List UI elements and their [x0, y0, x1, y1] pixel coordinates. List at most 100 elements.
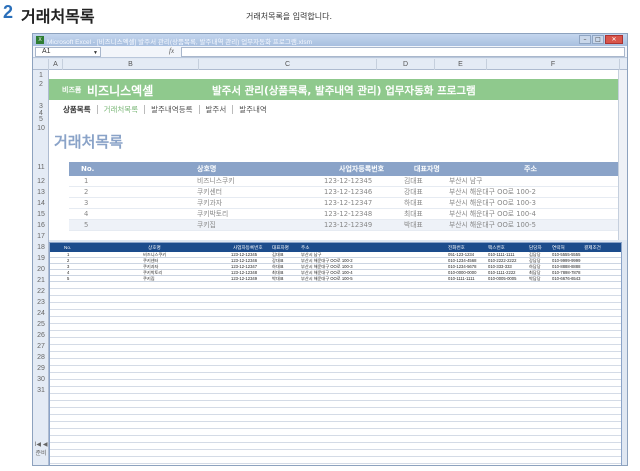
excel-window: X Microsoft Excel - [비즈니스엑셀] 발주서 관리(상품목록…: [32, 33, 628, 466]
row-header[interactable]: 23: [33, 299, 49, 306]
row-header[interactable]: 30: [33, 376, 49, 383]
preview-header: No. 상호명 사업자등록번호 대표자명 주소 전화번호 팩스번호 담당자 연락처 결제조건: [50, 243, 621, 252]
table-cell: 쿠키박토리: [197, 210, 229, 218]
table-cell: 쿠키센터: [197, 188, 223, 196]
nav-item[interactable]: 발주내역: [233, 105, 273, 114]
column-label: 대표자명: [414, 165, 440, 173]
nav-item[interactable]: 발주내역등록: [145, 105, 200, 114]
row-header[interactable]: 21: [33, 277, 49, 284]
close-button[interactable]: ✕: [605, 35, 623, 44]
row-header[interactable]: 12: [33, 178, 49, 185]
row-headers: 1 2 3 4 5 10 11 12 13 14 15 16 17 18 19 20 21 22 23 24 25 26 2…: [33, 70, 49, 465]
row-header[interactable]: 19: [33, 255, 49, 262]
row-header[interactable]: 24: [33, 310, 49, 317]
table-cell: 123-12-12349: [324, 221, 373, 229]
section-header: 2 거래처목록 거래처목록을 입력합니다.: [0, 0, 640, 32]
window-titlebar[interactable]: X Microsoft Excel - [비즈니스엑셀] 발주서 관리(상품목록…: [33, 34, 627, 46]
section-caption: 거래처목록을 입력합니다.: [246, 12, 333, 21]
table-header: No. 상호명 사업자등록번호 대표자명 주소: [69, 162, 620, 176]
vendor-table: No. 상호명 사업자등록번호 대표자명 주소 1 비즈니스쿠키 123-12-12345 김…: [69, 162, 620, 231]
column-header[interactable]: F: [487, 59, 620, 70]
table-cell: 123-12-12346: [324, 188, 373, 196]
row-header[interactable]: 26: [33, 332, 49, 339]
minimize-button[interactable]: –: [579, 35, 591, 44]
nav-item[interactable]: 상품목록: [63, 105, 98, 114]
vertical-scrollbar[interactable]: [618, 70, 627, 240]
banner-small-text: 비즈폼: [62, 86, 82, 94]
window-title: Microsoft Excel - [비즈니스엑셀] 발주서 관리(상품목록, …: [47, 39, 312, 46]
screenshot: 2 거래처목록 거래처목록을 입력합니다. X Microsoft Excel …: [0, 0, 640, 471]
sheet-nav-arrows[interactable]: I◀ ◀: [33, 441, 49, 448]
status-text: 준비: [35, 450, 47, 457]
formula-input[interactable]: [181, 47, 625, 57]
table-row[interactable]: 3 쿠키과자 123-12-12347 하대표 부산시 해운대구 OO로 100-3: [69, 198, 620, 209]
row-header[interactable]: 14: [33, 200, 49, 207]
preview-column-label: 팩스번호: [488, 245, 505, 250]
worksheet[interactable]: 비즈폼 비즈니스엑셀 발주서 관리(상품목록, 발주내역 관리) 업무자동화 프…: [49, 70, 620, 240]
table-cell: 4: [84, 210, 89, 218]
sheet-nav: 상품목록 거래처목록 발주내역등록 발주서 발주내역: [63, 105, 273, 114]
window-controls: – □ ✕: [579, 35, 623, 44]
row-header[interactable]: 15: [33, 211, 49, 218]
preview-column-label: 연락처: [552, 245, 565, 250]
row-header[interactable]: 2: [33, 81, 49, 88]
row-header[interactable]: 20: [33, 266, 49, 273]
preview-column-label: 대표자명: [272, 245, 289, 250]
row-header[interactable]: 18: [33, 244, 49, 251]
row-header[interactable]: 29: [33, 365, 49, 372]
table-row[interactable]: 4 쿠키박토리 123-12-12348 최대표 부산시 해운대구 OO로 100-4: [69, 209, 620, 220]
excel-icon[interactable]: X: [36, 36, 44, 44]
table-row[interactable]: 5 쿠키집 123-12-12349 박대표 부산시 해운대구 OO로 100-5: [69, 220, 620, 231]
table-row[interactable]: 1 비즈니스쿠키 123-12-12345 김대표 부산시 남구: [69, 176, 620, 187]
row-header[interactable]: 3: [33, 103, 49, 110]
row-header[interactable]: 1: [33, 72, 49, 79]
table-cell: 하대표: [404, 199, 423, 207]
nav-item[interactable]: 거래처목록: [98, 105, 146, 114]
column-header[interactable]: A: [49, 59, 63, 70]
table-cell: 부산시 해운대구 OO로 100-5: [449, 221, 536, 229]
row-header[interactable]: 10: [33, 125, 49, 132]
row-header[interactable]: 28: [33, 354, 49, 361]
name-box[interactable]: A1 ▼: [35, 47, 101, 57]
table-cell: 부산시 해운대구 OO로 100-4: [449, 210, 536, 218]
row-header[interactable]: 16: [33, 222, 49, 229]
column-label: No.: [81, 165, 95, 173]
banner-title: 발주서 관리(상품목록, 발주내역 관리) 업무자동화 프로그램: [212, 85, 476, 97]
table-cell: 쿠키집: [197, 221, 216, 229]
function-icon[interactable]: fx: [169, 47, 174, 55]
program-banner: 비즈폼 비즈니스엑셀 발주서 관리(상품목록, 발주내역 관리) 업무자동화 프…: [49, 79, 620, 100]
print-preview: No. 상호명 사업자등록번호 대표자명 주소 전화번호 팩스번호 담당자 연락처 결제조건 1비…: [49, 242, 622, 465]
preview-column-label: 전화번호: [448, 245, 465, 250]
preview-column-label: 담당자: [529, 245, 542, 250]
column-header[interactable]: C: [199, 59, 377, 70]
maximize-button[interactable]: □: [592, 35, 604, 44]
preview-column-label: 상호명: [148, 245, 161, 250]
preview-empty-rows: [50, 282, 621, 465]
column-label: 사업자등록번호: [339, 165, 385, 173]
preview-column-label: 사업자등록번호: [233, 245, 263, 250]
table-cell: 부산시 해운대구 OO로 100-2: [449, 188, 536, 196]
column-label: 주소: [524, 165, 537, 173]
row-header[interactable]: 22: [33, 288, 49, 295]
row-header[interactable]: 11: [33, 164, 49, 171]
table-row[interactable]: 2 쿠키센터 123-12-12346 강대표 부산시 해운대구 OO로 100-2: [69, 187, 620, 198]
preview-column-label: 결제조건: [584, 245, 601, 250]
row-header[interactable]: 31: [33, 387, 49, 394]
row-header[interactable]: 25: [33, 321, 49, 328]
row-header[interactable]: 13: [33, 189, 49, 196]
row-header[interactable]: 5: [33, 116, 49, 123]
table-cell: 123-12-12348: [324, 210, 373, 218]
banner-brand: 비즈니스엑셀: [87, 84, 154, 98]
table-cell: 김대표: [404, 177, 423, 185]
chevron-down-icon[interactable]: ▼: [93, 49, 98, 57]
row-header[interactable]: 27: [33, 343, 49, 350]
column-header[interactable]: D: [377, 59, 435, 70]
corner-cell[interactable]: [33, 59, 49, 70]
nav-item[interactable]: 발주서: [200, 105, 234, 114]
table-cell: 쿠키과자: [197, 199, 223, 207]
column-header[interactable]: B: [63, 59, 199, 70]
sheet-title: 거래처목록: [54, 133, 124, 151]
column-header[interactable]: E: [435, 59, 487, 70]
preview-body: 1 비즈니스쿠키 123-12-12345 김대표 부산시 남구 051-123-1234…: [50, 252, 621, 282]
row-header[interactable]: 17: [33, 233, 49, 240]
